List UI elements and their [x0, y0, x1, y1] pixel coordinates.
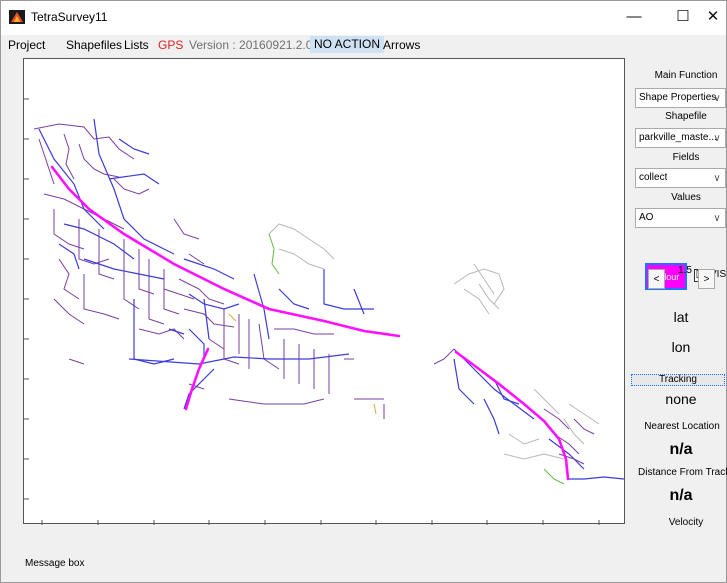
message-box: Message box — [25, 558, 85, 569]
window-title: TetraSurvey11 — [31, 10, 108, 24]
nearest-location-value: n/a — [669, 441, 693, 458]
road-map[interactable] — [24, 59, 626, 525]
app-window: TetraSurvey11 — ☐ ✕ Project Shapefiles L… — [0, 0, 727, 583]
menu-shapefiles[interactable]: Shapefiles — [66, 38, 122, 52]
menu-project[interactable]: Project — [8, 38, 45, 52]
tracking-value: none — [665, 391, 697, 407]
tracking-button[interactable]: Tracking — [631, 374, 725, 386]
values-label: Values — [671, 192, 701, 203]
menu-bar: Project Shapefiles Lists GPS Version : 2… — [1, 35, 726, 55]
values-value: AO — [639, 212, 654, 223]
app-logo-icon — [9, 10, 25, 24]
map-canvas[interactable] — [23, 58, 626, 525]
fields-dropdown[interactable]: collect ∨ — [635, 168, 726, 188]
main-function-dropdown[interactable]: Shape Properties ∨ — [635, 88, 726, 108]
increment-button[interactable]: > — [698, 269, 715, 289]
lat-label: lat — [673, 309, 689, 325]
shapefile-dropdown[interactable]: parkville_maste... ∨ — [635, 128, 726, 148]
fields-label: Fields — [672, 152, 700, 163]
distance-from-track-label: Distance From Track — [638, 467, 727, 478]
chevron-down-icon: ∨ — [713, 172, 721, 184]
velocity-label: Velocity — [668, 517, 704, 528]
minimize-button[interactable]: — — [612, 1, 656, 31]
step-value: 1.5 — [678, 265, 692, 276]
values-dropdown[interactable]: AO ∨ — [635, 208, 726, 228]
shapefile-label: Shapefile — [665, 111, 707, 122]
main-function-label: Main Function — [654, 70, 718, 81]
chevron-down-icon: ∨ — [713, 212, 721, 224]
chevron-down-icon: ∨ — [713, 132, 721, 144]
menu-gps[interactable]: GPS — [158, 38, 183, 52]
shapefile-value: parkville_maste... — [639, 132, 717, 143]
menu-arrows[interactable]: Arrows — [383, 38, 420, 52]
chevron-down-icon: ∨ — [713, 92, 721, 104]
decrement-button[interactable]: < — [648, 269, 665, 289]
fields-value: collect — [639, 172, 668, 183]
close-button[interactable]: ✕ — [691, 1, 727, 31]
distance-from-track-value: n/a — [669, 487, 693, 504]
menu-lists[interactable]: Lists — [124, 38, 149, 52]
lon-label: lon — [671, 339, 691, 355]
no-action-button[interactable]: NO ACTION — [310, 36, 385, 53]
title-bar: TetraSurvey11 — ☐ ✕ — [1, 1, 726, 35]
main-function-value: Shape Properties — [639, 92, 717, 103]
version-label: Version : 20160921.2.040 — [189, 38, 326, 52]
nearest-location-label: Nearest Location — [644, 421, 720, 432]
